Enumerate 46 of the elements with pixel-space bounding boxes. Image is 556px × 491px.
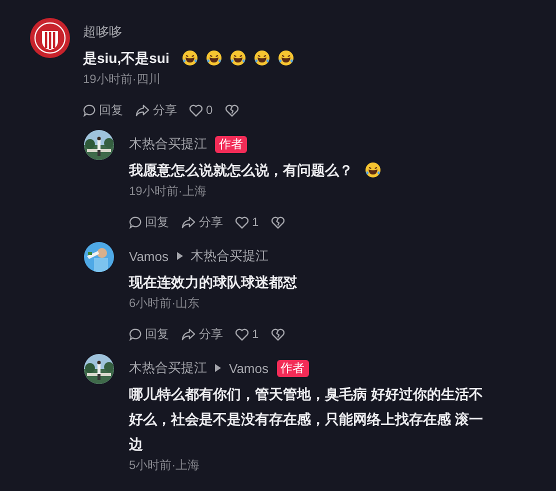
share-arrow-icon (135, 104, 150, 116)
comment-meta: 19小时前·上海 (129, 183, 208, 199)
reply-button[interactable]: 回复 (129, 213, 169, 231)
broken-heart-icon (224, 104, 239, 116)
triangle-icon (215, 364, 221, 372)
triangle-icon (176, 252, 182, 260)
laughing-emoji-icon (182, 50, 198, 66)
laughing-emoji-icon (230, 50, 246, 66)
author-name[interactable]: 超哆哆 (83, 23, 122, 41)
heart-icon (235, 216, 249, 228)
author-name[interactable]: 木热合买提江 (129, 359, 207, 377)
reply-to-name[interactable]: Vamos (229, 360, 268, 376)
like-button[interactable]: 1 (235, 213, 259, 231)
reply-button[interactable]: 回复 (129, 325, 169, 343)
reply-button[interactable]: 回复 (83, 101, 123, 119)
author-badge: 作者 (276, 360, 308, 376)
author-name[interactable]: 木热合买提江 (129, 135, 207, 153)
heart-icon (235, 328, 249, 340)
author-name[interactable]: Vamos (129, 248, 168, 264)
like-button[interactable]: 1 (235, 325, 259, 343)
laughing-emoji-icon (278, 50, 294, 66)
speech-bubble-icon (83, 104, 96, 116)
comment-meta: 19小时前·四川 (83, 71, 162, 87)
comment-text: 我愿意怎么说就怎么说，有问题么？ (129, 162, 353, 178)
like-button[interactable]: 0 (189, 101, 213, 119)
laughing-emoji-icon (206, 50, 222, 66)
comment-text: 现在连效力的球队球迷都怼 (129, 274, 297, 290)
laughing-emoji-icon (254, 50, 270, 66)
heart-icon (189, 104, 203, 116)
reply-to-name[interactable]: 木热合买提江 (190, 247, 268, 265)
speech-bubble-icon (129, 216, 142, 228)
laughing-emoji-icon (365, 162, 382, 178)
comment-text: 是siu,不是sui (83, 50, 170, 66)
share-button[interactable]: 分享 (181, 325, 223, 343)
club-crest-avatar[interactable] (30, 18, 70, 58)
author-badge: 作者 (215, 136, 247, 152)
comment-meta: 5小时前·上海 (129, 457, 201, 473)
share-button[interactable]: 分享 (135, 101, 177, 119)
share-arrow-icon (181, 328, 196, 340)
speech-bubble-icon (129, 328, 142, 340)
comment-text: 哪儿特么都有你们，管天管地，臭毛病 好好过你的生活不好么，社会是不是没有存在感，只能网络上找存在感 滚一边 (129, 386, 483, 452)
share-arrow-icon (181, 216, 196, 228)
broken-heart-icon (270, 328, 285, 340)
comment-meta: 6小时前·山东 (129, 295, 201, 311)
share-button[interactable]: 分享 (181, 213, 223, 231)
broken-heart-icon (270, 216, 285, 228)
